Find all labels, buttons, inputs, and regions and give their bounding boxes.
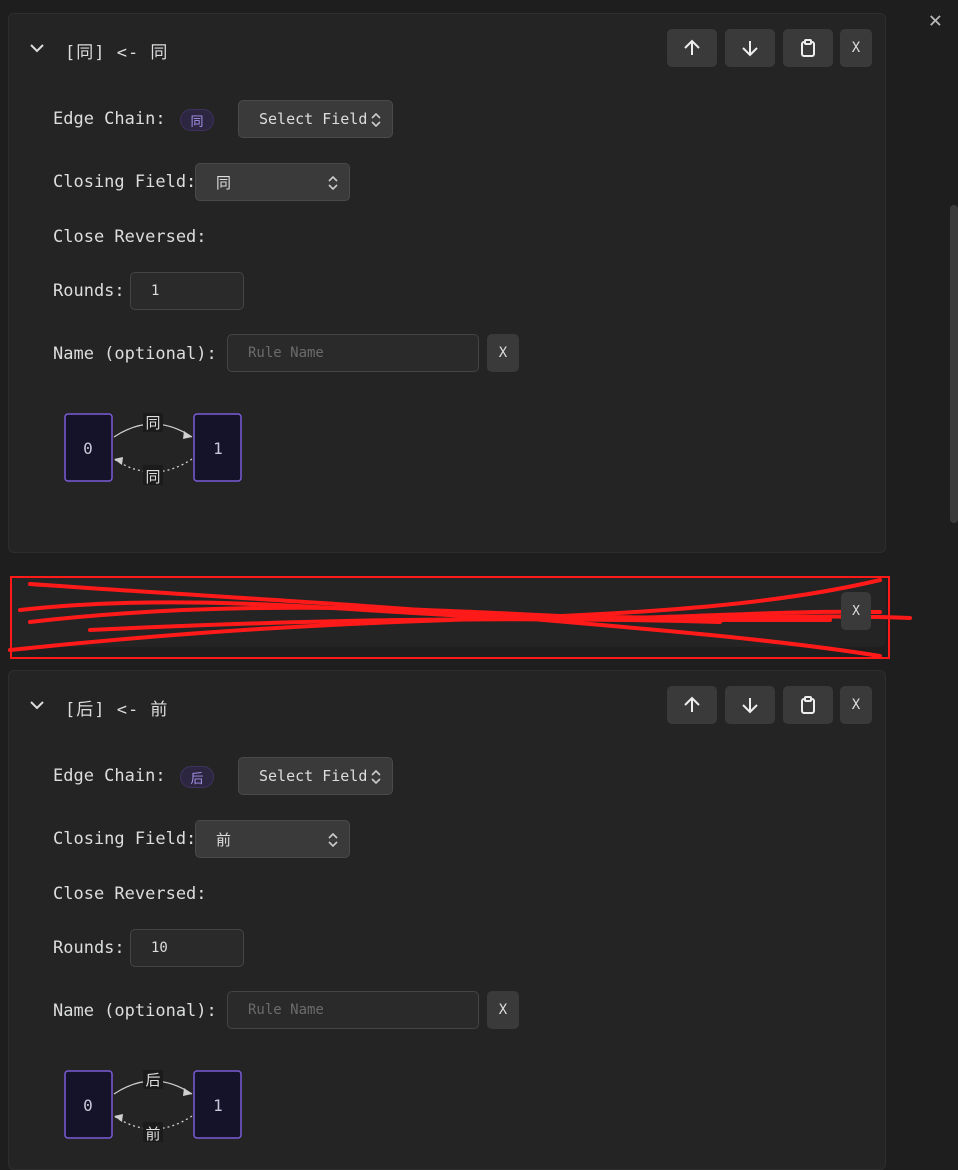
closing-field-select[interactable]: 同	[195, 163, 350, 201]
closing-edge-label: 同	[145, 468, 160, 485]
closing-field-select[interactable]: 前	[195, 820, 350, 858]
chevron-down-icon[interactable]	[29, 40, 45, 56]
closing-field-value: 前	[216, 830, 232, 849]
close-reversed-label: Close Reversed:	[53, 884, 207, 904]
diagram-node-0-label: 0	[83, 439, 93, 458]
edge-chain-tag[interactable]: 后	[180, 766, 214, 788]
chevron-up-down-icon	[328, 832, 338, 848]
name-label: Name (optional):	[53, 1001, 217, 1021]
delete-rule-button[interactable]: X	[840, 686, 872, 724]
edge-chain-label: Edge Chain:	[53, 766, 166, 786]
clipboard-icon	[801, 696, 815, 714]
clipboard-icon	[801, 39, 815, 57]
rule-name-input[interactable]	[227, 334, 479, 372]
edge-chain-select[interactable]: Select Field	[238, 757, 393, 795]
forward-arrowhead	[183, 1088, 192, 1096]
rule-name-input[interactable]	[227, 991, 479, 1029]
closing-edge-label: 前	[145, 1125, 160, 1142]
chevron-up-down-icon	[328, 175, 338, 191]
rounds-label: Rounds:	[53, 938, 125, 958]
edge-chain-tag[interactable]: 同	[180, 109, 214, 131]
move-up-button[interactable]	[667, 686, 717, 724]
arrow-up-icon	[684, 39, 700, 55]
close-icon[interactable]: ✕	[929, 10, 942, 32]
edge-chain-select-value: Select Field	[259, 767, 368, 785]
move-down-button[interactable]	[725, 29, 775, 67]
closing-field-label: Closing Field:	[53, 172, 197, 192]
rule-header: [后] <- 前 X	[9, 671, 885, 741]
copy-button[interactable]	[783, 29, 833, 67]
rule-card: [同] <- 同 X Edge Chain: 同 Select Field Cl…	[8, 13, 886, 553]
diagram-node-1-label: 1	[213, 1096, 223, 1115]
closing-arrowhead	[114, 457, 123, 465]
closing-arrowhead	[114, 1114, 123, 1122]
rule-diagram: 0 1 同 同	[64, 413, 242, 485]
edge-chain-label: Edge Chain:	[53, 109, 166, 129]
closing-field-value: 同	[216, 173, 232, 192]
forward-edge-label: 后	[145, 1071, 160, 1089]
closing-field-label: Closing Field:	[53, 829, 197, 849]
name-label: Name (optional):	[53, 344, 217, 364]
move-up-button[interactable]	[667, 29, 717, 67]
chevron-down-icon[interactable]	[29, 697, 45, 713]
diagram-node-1-label: 1	[213, 439, 223, 458]
chevron-up-down-icon	[371, 112, 381, 128]
clear-name-button[interactable]: X	[487, 991, 519, 1029]
diagram-node-0-label: 0	[83, 1096, 93, 1115]
rounds-input[interactable]	[130, 272, 244, 310]
rule-title: [后] <- 前	[65, 700, 169, 720]
rule-header: [同] <- 同 X	[9, 14, 885, 84]
clear-name-button[interactable]: X	[487, 334, 519, 372]
rule-card: [后] <- 前 X Edge Chain: 后 Select Field Cl…	[8, 670, 886, 1170]
scrollbar[interactable]	[950, 205, 958, 523]
forward-edge-label: 同	[145, 414, 160, 432]
edge-chain-select[interactable]: Select Field	[238, 100, 393, 138]
move-down-button[interactable]	[725, 686, 775, 724]
close-reversed-label: Close Reversed:	[53, 227, 207, 247]
edge-chain-select-value: Select Field	[259, 110, 368, 128]
arrow-down-icon	[742, 41, 758, 57]
rounds-input[interactable]	[130, 929, 244, 967]
rule-title: [同] <- 同	[65, 43, 169, 63]
redaction-box	[10, 576, 890, 659]
arrow-down-icon	[742, 698, 758, 714]
rounds-label: Rounds:	[53, 281, 125, 301]
copy-button[interactable]	[783, 686, 833, 724]
delete-rule-button[interactable]: X	[840, 29, 872, 67]
rule-diagram: 0 1 后 前	[64, 1070, 242, 1142]
chevron-up-down-icon	[371, 769, 381, 785]
forward-arrowhead	[183, 431, 192, 439]
arrow-up-icon	[684, 696, 700, 712]
